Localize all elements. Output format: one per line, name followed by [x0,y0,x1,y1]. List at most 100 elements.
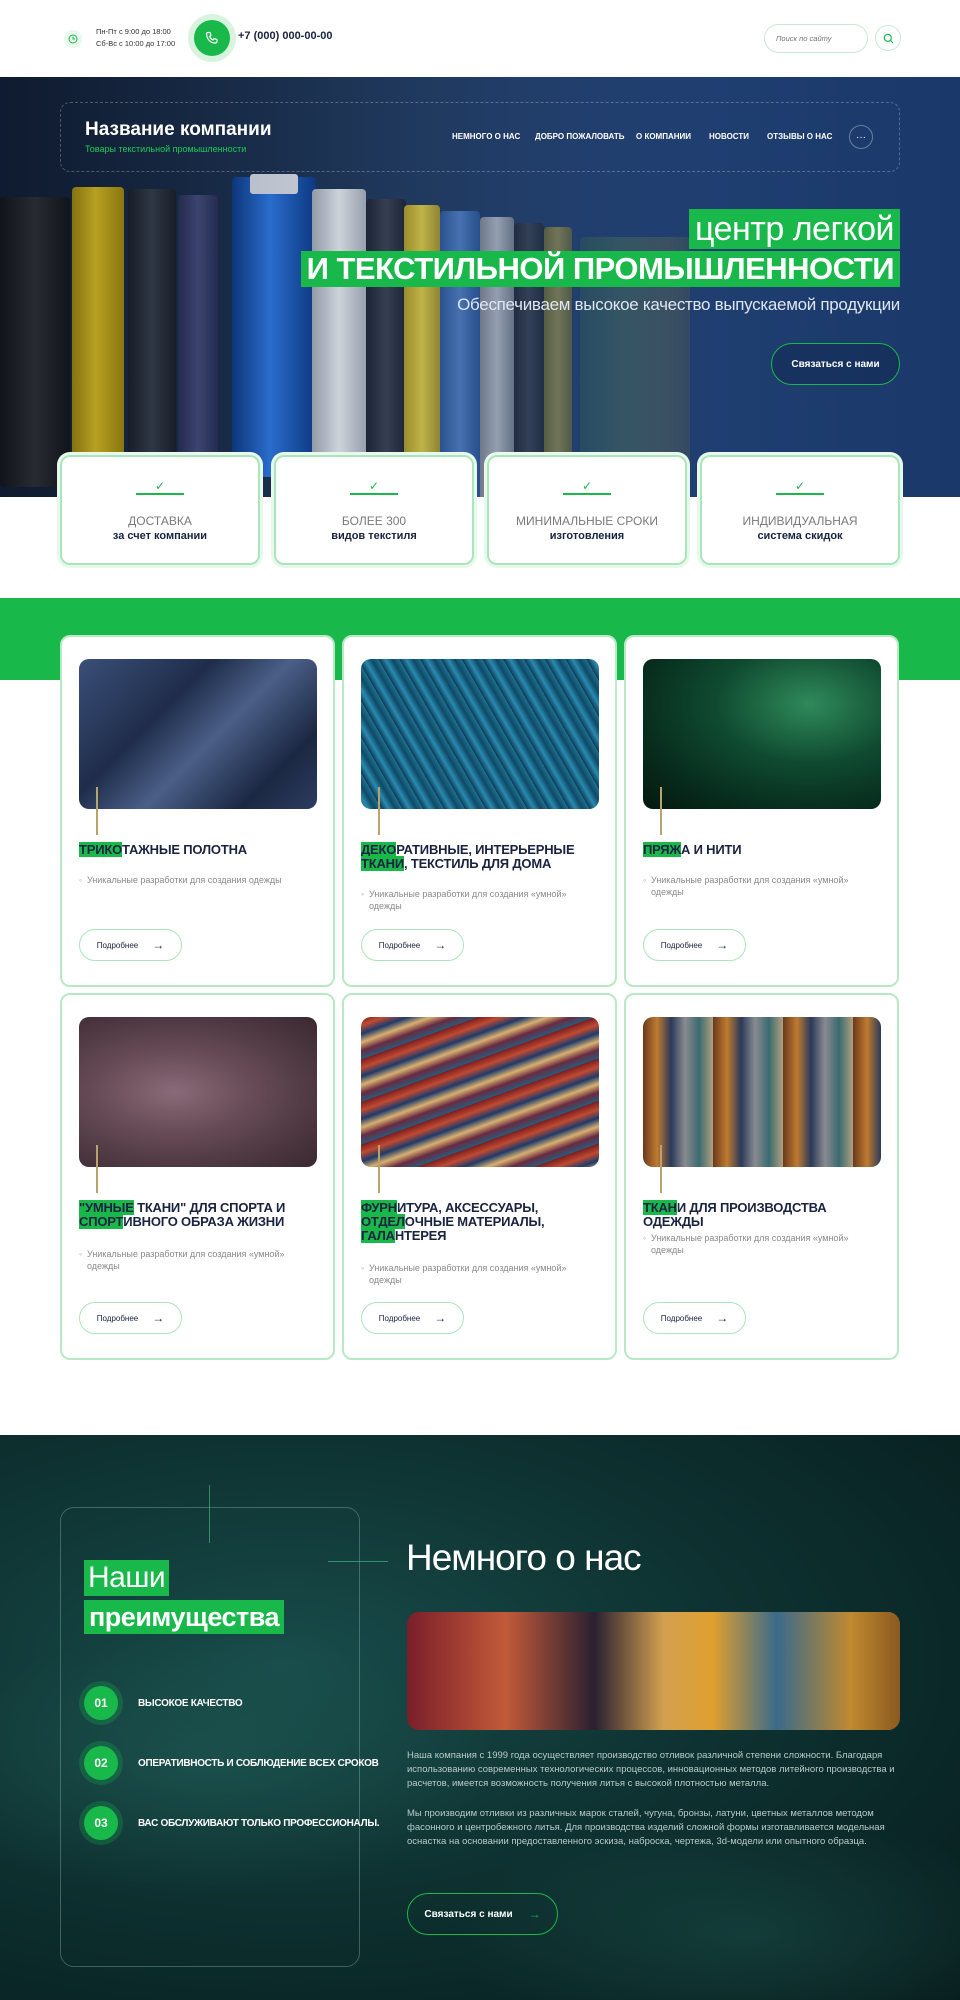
hero-title-line2: И ТЕКСТИЛЬНОЙ ПРОМЫШЛЕННОСТИ [300,251,900,287]
advantage-label: Высокое качество [138,1698,243,1709]
hero-title-line1: центр легкой [688,209,900,249]
product-desc: Уникальные разработки для создания «умно… [79,1248,319,1272]
product-title: Трикотажные полотна [79,842,319,857]
more-button[interactable]: Подробнее → [361,929,464,961]
decor-line [96,1145,98,1193]
button-label: Подробнее [378,1313,421,1323]
advantage-number: 03 [84,1806,118,1840]
product-desc: Уникальные разработки для создания «умно… [643,874,883,898]
product-card[interactable]: Ткани для производства одежды Уникальные… [624,993,899,1360]
more-button[interactable]: Подробнее → [361,1302,464,1334]
working-hours: Пн-Пт с 9:00 до 18:00 Сб-Вс с 10:00 до 1… [96,26,175,50]
advantage-number: 01 [84,1686,118,1720]
product-desc: Уникальные разработки для создания одежд… [79,874,319,886]
product-title: Пряжа и нити [643,842,883,857]
feature-text: видов текстиля [331,530,417,542]
accessories-image [361,1017,599,1167]
more-button[interactable]: Подробнее → [643,1302,746,1334]
more-menu-button[interactable]: ··· [849,125,873,149]
product-card[interactable]: Фурнитура, аксессуары, отделочные материа… [342,993,617,1360]
about-contact-button[interactable]: Связаться с нами → [407,1893,558,1935]
feature-text: за счет компании [112,530,208,542]
feature-variety: ✓ Более 300 видов текстиля [274,455,474,565]
title-text: ративные, интерьерные [396,842,575,857]
about-title: Немного о нас [406,1537,642,1578]
product-title: Декоративные, интерьерные ткани, текстиль… [361,842,601,871]
product-title: Фурнитура, аксессуары, отделочные материа… [361,1200,601,1243]
title-text: очные материалы, [404,1214,545,1229]
nav-welcome[interactable]: Добро пожаловать [535,132,625,141]
title-text: итура, аксессуары, [396,1200,539,1215]
company-name[interactable]: Название компании [85,119,272,141]
feature-text: система скидок [757,530,843,542]
title-text: ивного образа жизни [123,1214,285,1229]
title-highlight: Фурн [361,1200,397,1215]
button-label: Связаться с нами [424,1908,513,1920]
decor-line [328,1561,388,1562]
check-icon: ✓ [776,479,824,495]
nav-reviews[interactable]: Отзывы о нас [767,132,832,141]
nav-news[interactable]: Новости [709,132,749,141]
feature-title: Доставка [128,514,192,528]
product-card[interactable]: Трикотажные полотна Уникальные разработк… [60,635,335,987]
about-section: Наши преимущества 01 Высокое качество 02… [0,1435,960,2000]
button-label: Подробнее [378,940,421,950]
advantages-title-1: Наши [84,1560,170,1596]
arrow-right-icon: → [716,938,729,952]
feature-text: изготовления [549,530,625,542]
arrow-right-icon: → [434,938,447,952]
yarn-image [643,659,881,809]
title-highlight: Деко [361,842,397,857]
title-highlight: Пряж [643,842,681,857]
hours-weekdays: Пн-Пт с 9:00 до 18:00 [96,27,171,36]
product-desc: Уникальные разработки для создания «умно… [643,1232,883,1256]
advantage-label: Вас обслуживают только профессионалы. [138,1818,380,1829]
hero-subtitle: Обеспечиваем высокое качество выпускаемо… [457,295,900,314]
company-subtitle: Товары текстильной промышленности [85,144,247,154]
hero-contact-button[interactable]: Связаться с нами [771,343,900,385]
product-card[interactable]: Декоративные, интерьерные ткани, текстиль… [342,635,617,987]
title-highlight: Трико [79,842,123,857]
knit-fabric-image [79,659,317,809]
product-desc: Уникальные разработки для создания «умно… [361,888,601,912]
search-button[interactable] [875,25,901,51]
button-label: Подробнее [96,1313,139,1323]
title-highlight: "Умные [79,1200,134,1215]
title-text: тажные полотна [122,842,247,857]
more-button[interactable]: Подробнее → [79,929,182,961]
decor-line [660,787,662,835]
phone-icon[interactable] [194,20,230,56]
feature-title: Минимальные сроки [516,514,658,528]
title-highlight: ткани [361,856,404,871]
arrow-right-icon: → [716,1311,729,1325]
title-highlight: Ткан [643,1200,677,1215]
advantage-number: 02 [84,1746,118,1780]
product-card[interactable]: Пряжа и нити Уникальные разработки для с… [624,635,899,987]
decorative-fabric-image [361,659,599,809]
product-desc: Уникальные разработки для создания «умно… [361,1262,601,1286]
title-text: а и нити [680,842,742,857]
more-button[interactable]: Подробнее → [79,1302,182,1334]
check-icon: ✓ [350,479,398,495]
arrow-right-icon: → [528,1907,541,1921]
smart-fabric-image [79,1017,317,1167]
product-card[interactable]: "Умные ткани" для спорта и спортивного об… [60,993,335,1360]
decor-line [660,1145,662,1193]
button-label: Подробнее [96,940,139,950]
clothing-fabric-image [643,1017,881,1167]
product-title: Ткани для производства одежды [643,1200,883,1229]
nav-about-us[interactable]: Немного о нас [452,132,520,141]
hero-section: Название компании Товары текстильной про… [0,77,960,497]
arrow-right-icon: → [152,938,165,952]
button-label: Подробнее [660,940,703,950]
title-text: ткани" для спорта и [133,1200,286,1215]
fabrics-image [407,1612,900,1730]
more-button[interactable]: Подробнее → [643,929,746,961]
product-title: "Умные ткани" для спорта и спортивного об… [79,1200,319,1229]
phone-number[interactable]: +7 (000) 000-00-00 [238,30,332,42]
title-text: , текстиль для дома [404,856,552,871]
feature-title: Индивидуальная [742,514,858,528]
nav-company[interactable]: О компании [636,132,691,141]
search-input[interactable] [764,24,868,53]
top-bar: Пн-Пт с 9:00 до 18:00 Сб-Вс с 10:00 до 1… [0,0,960,77]
